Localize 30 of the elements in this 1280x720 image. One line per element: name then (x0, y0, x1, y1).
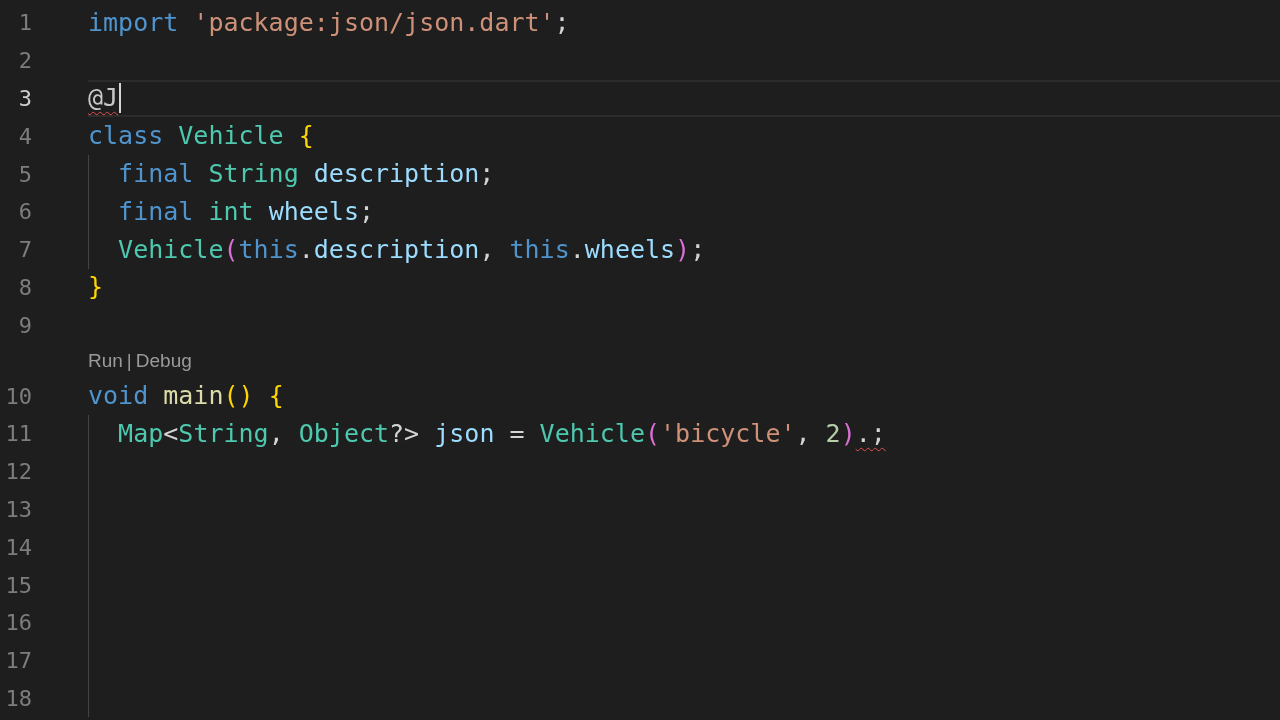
line-number: 2 (17, 48, 32, 74)
line-number: 18 (4, 685, 32, 711)
code-line: Vehicle(this.description, this.wheels); (117, 234, 706, 265)
code-line: class Vehicle { (88, 121, 314, 152)
line-number: 16 (4, 610, 32, 636)
line-number: 5 (17, 161, 32, 187)
line-number: 14 (4, 534, 32, 560)
line-number: 1 (17, 10, 32, 36)
line-number: 12 (4, 459, 32, 485)
line-number: 3 (17, 86, 32, 111)
line-number: 7 (17, 237, 32, 263)
line-number: 15 (4, 572, 32, 598)
code-line: Map<String, Object?> json = Vehicle('bicycle', 2).; (117, 418, 886, 449)
code-line: final int wheels; (117, 196, 374, 227)
line-number: 6 (17, 199, 32, 225)
line-number: 13 (4, 496, 32, 522)
line-number: 9 (17, 312, 32, 338)
line-number: 11 (4, 421, 32, 447)
code-line: @J (88, 83, 119, 114)
code-line: import 'package:json/json.dart'; (88, 7, 570, 38)
line-number: 4 (17, 123, 32, 149)
codelens-link[interactable]: Run (88, 349, 123, 372)
code-line: } (88, 272, 104, 303)
codelens-link[interactable]: Debug (135, 349, 192, 372)
code-line: final String description; (117, 159, 495, 190)
code-line: void main() { (88, 381, 284, 412)
codelens-separator: | (126, 349, 132, 372)
line-number: 17 (4, 648, 32, 674)
line-number: 8 (17, 274, 32, 300)
line-number: 10 (4, 383, 32, 409)
